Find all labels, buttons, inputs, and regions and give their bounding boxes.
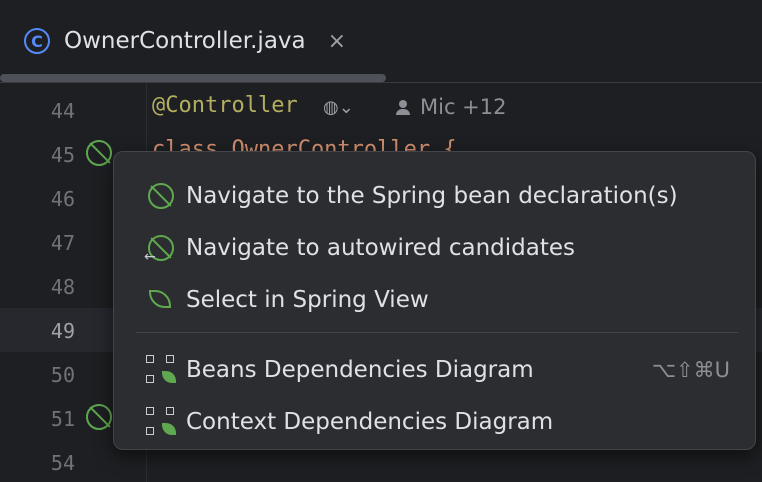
menu-separator	[136, 332, 738, 333]
keyboard-shortcut: ⌥⇧⌘U	[651, 358, 730, 382]
menu-item-label: Beans Dependencies Diagram	[186, 357, 534, 383]
line-number: 44	[50, 99, 75, 123]
author-label: Mic +12	[420, 95, 507, 119]
line-number: 50	[50, 363, 75, 387]
menu-item-navigate-bean-declaration[interactable]: Navigate to the Spring bean declaration(…	[134, 173, 734, 219]
class-c-icon: C	[24, 28, 50, 54]
spring-bean-icon	[146, 181, 176, 211]
line-number: 46	[50, 187, 75, 211]
menu-item-navigate-autowired[interactable]: ← Navigate to autowired candidates	[134, 225, 734, 271]
menu-item-beans-diagram[interactable]: Beans Dependencies Diagram ⌥⇧⌘U	[134, 347, 734, 393]
spring-bean-gutter-icon[interactable]	[86, 140, 112, 166]
person-icon	[396, 100, 410, 115]
menu-item-label: Context Dependencies Diagram	[186, 409, 554, 435]
gutter-popup-menu: Navigate to the Spring bean declaration(…	[113, 151, 756, 450]
diagram-icon	[146, 355, 176, 385]
spring-leaf-icon	[146, 285, 176, 315]
tab-scrollbar[interactable]	[0, 74, 386, 82]
menu-item-label: Select in Spring View	[186, 287, 429, 313]
tab-owner-controller[interactable]: C OwnerController.java ×	[0, 0, 346, 82]
globe-icon[interactable]: ◍⌄	[323, 95, 367, 119]
tab-title: OwnerController.java	[64, 28, 306, 54]
autowired-icon: ←	[144, 233, 176, 265]
annotation-text: @Controller	[152, 93, 298, 118]
menu-item-label: Navigate to the Spring bean declaration(…	[186, 183, 678, 209]
menu-item-label: Navigate to autowired candidates	[186, 235, 576, 261]
line-number: 54	[50, 451, 75, 475]
spring-bean-gutter-icon[interactable]	[86, 404, 112, 430]
line-number: 51	[50, 407, 75, 431]
line-number: 48	[50, 275, 75, 299]
line-number: 47	[50, 231, 75, 255]
menu-item-context-diagram[interactable]: Context Dependencies Diagram	[134, 399, 734, 445]
editor-tab-bar: C OwnerController.java ×	[0, 0, 762, 83]
menu-item-select-spring-view[interactable]: Select in Spring View	[134, 277, 734, 323]
line-number-current: 49	[50, 319, 75, 343]
line-number: 45	[50, 143, 75, 167]
close-icon[interactable]: ×	[328, 29, 346, 54]
author-hint[interactable]: Mic +12	[396, 95, 507, 119]
diagram-icon	[146, 407, 176, 437]
